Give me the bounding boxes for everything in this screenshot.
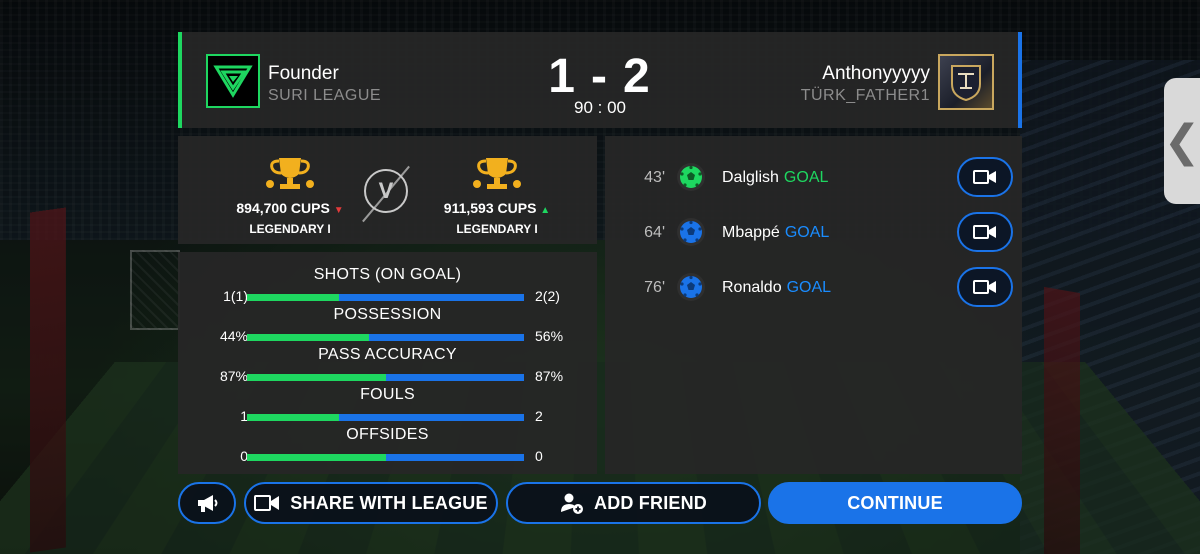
stat-row: FOULS 1 2 — [178, 386, 597, 426]
video-camera-icon — [973, 280, 996, 294]
goal-tag: GOAL — [786, 279, 832, 296]
add-friend-label: ADD FRIEND — [594, 492, 707, 513]
add-friend-button[interactable]: ADD FRIEND — [506, 482, 761, 524]
goal-events-panel: 43' Dalglish GOAL 64' Mbappé GOAL 76' Rona… — [605, 136, 1022, 474]
stat-away-value: 2(2) — [535, 288, 560, 304]
trophy-icon — [473, 158, 521, 189]
trophy-icon — [266, 158, 314, 189]
stat-bar-home-fill — [247, 414, 340, 421]
continue-label: CONTINUE — [847, 492, 943, 513]
chevron-left-icon: ❮ — [1163, 116, 1200, 166]
stat-away-value: 87% — [535, 368, 564, 384]
share-button-label: SHARE WITH LEAGUE — [290, 492, 488, 513]
stat-title: FOULS — [360, 386, 415, 403]
side-panel-handle[interactable]: ❮ — [1164, 78, 1200, 204]
stat-title: PASS ACCURACY — [318, 346, 457, 363]
home-rank: LEGENDARY I — [249, 222, 331, 236]
goal-tag: GOAL — [783, 169, 829, 186]
stat-row: PASS ACCURACY 87% 87% — [178, 346, 597, 386]
stat-away-value: 0 — [535, 448, 543, 464]
stat-bar-home-fill — [247, 294, 340, 301]
football-icon — [677, 163, 705, 191]
stat-home-value: 1(1) — [223, 288, 248, 304]
video-camera-icon — [973, 170, 996, 184]
away-rank: LEGENDARY I — [456, 222, 538, 236]
football-icon — [677, 273, 705, 301]
goal-event: 76' Ronaldo GOAL — [605, 267, 1022, 309]
megaphone-icon — [198, 495, 218, 512]
goal-event: 64' Mbappé GOAL — [605, 212, 1022, 254]
stat-bar — [247, 294, 524, 301]
cups-panel: 894,700 CUPS ▼ LEGENDARY I V 911,593 CUP… — [178, 136, 597, 244]
trend-down-icon: ▼ — [333, 205, 344, 216]
goal-minute: 43' — [644, 169, 665, 186]
goal-replay-button[interactable] — [957, 157, 1013, 197]
continue-button[interactable]: CONTINUE — [768, 482, 1022, 524]
away-league-name: TÜRK_FATHER1 — [800, 87, 930, 104]
away-score: 2 — [622, 50, 652, 103]
stat-title: SHOTS (ON GOAL) — [313, 266, 462, 283]
score-separator: - — [591, 50, 609, 103]
stat-home-value: 44% — [219, 328, 248, 344]
stat-bar — [247, 454, 524, 461]
stat-away-value: 56% — [535, 328, 564, 344]
video-camera-icon — [973, 225, 996, 239]
football-icon — [677, 218, 705, 246]
video-camera-icon — [254, 495, 280, 511]
away-cups: 911,593 CUPS ▲ LEGENDARY I — [422, 154, 572, 236]
goal-replay-button[interactable] — [957, 212, 1013, 252]
away-player-name: Anthonyyyyy — [822, 63, 930, 84]
stat-home-value: 1 — [240, 408, 248, 424]
stat-bar — [247, 414, 524, 421]
stat-bar — [247, 374, 524, 381]
goal-tag: GOAL — [784, 224, 830, 241]
home-cups: 894,700 CUPS ▼ LEGENDARY I — [215, 154, 365, 236]
away-club-logo — [938, 54, 994, 110]
away-cups-value: 911,593 CUPS — [443, 200, 537, 216]
stat-home-value: 0 — [240, 448, 248, 464]
match-stats-panel: SHOTS (ON GOAL) 1(1) 2(2) POSSESSION 44%… — [178, 252, 597, 474]
stat-bar-home-fill — [247, 374, 386, 381]
goal-minute: 64' — [644, 224, 665, 241]
goal-scorer: Mbappé — [722, 224, 780, 241]
stat-away-value: 2 — [535, 408, 543, 424]
home-cups-value: 894,700 CUPS — [236, 200, 330, 216]
versus-badge: V — [364, 169, 408, 213]
stat-row: OFFSIDES 0 0 — [178, 426, 597, 466]
stat-bar-home-fill — [247, 454, 386, 461]
stat-row: POSSESSION 44% 56% — [178, 306, 597, 346]
stat-title: POSSESSION — [333, 306, 442, 323]
goal-event: 43' Dalglish GOAL — [605, 157, 1022, 199]
match-header: Founder SURI LEAGUE 1-2 90 : 00 Anthonyy… — [178, 32, 1022, 128]
goal-replay-button[interactable] — [957, 267, 1013, 307]
away-crest-icon — [951, 65, 981, 102]
share-with-league-button[interactable]: SHARE WITH LEAGUE — [244, 482, 498, 524]
stat-home-value: 87% — [219, 368, 248, 384]
home-score: 1 — [548, 50, 577, 103]
stat-row: SHOTS (ON GOAL) 1(1) 2(2) — [178, 266, 597, 306]
add-user-icon — [561, 493, 583, 514]
stat-bar-home-fill — [247, 334, 369, 341]
goal-scorer: Dalglish — [722, 169, 779, 186]
stat-bar — [247, 334, 524, 341]
trend-up-icon: ▲ — [540, 205, 551, 216]
announce-button[interactable] — [178, 482, 236, 524]
stat-title: OFFSIDES — [346, 426, 429, 443]
goal-minute: 76' — [644, 279, 665, 296]
goal-scorer: Ronaldo — [722, 279, 782, 296]
